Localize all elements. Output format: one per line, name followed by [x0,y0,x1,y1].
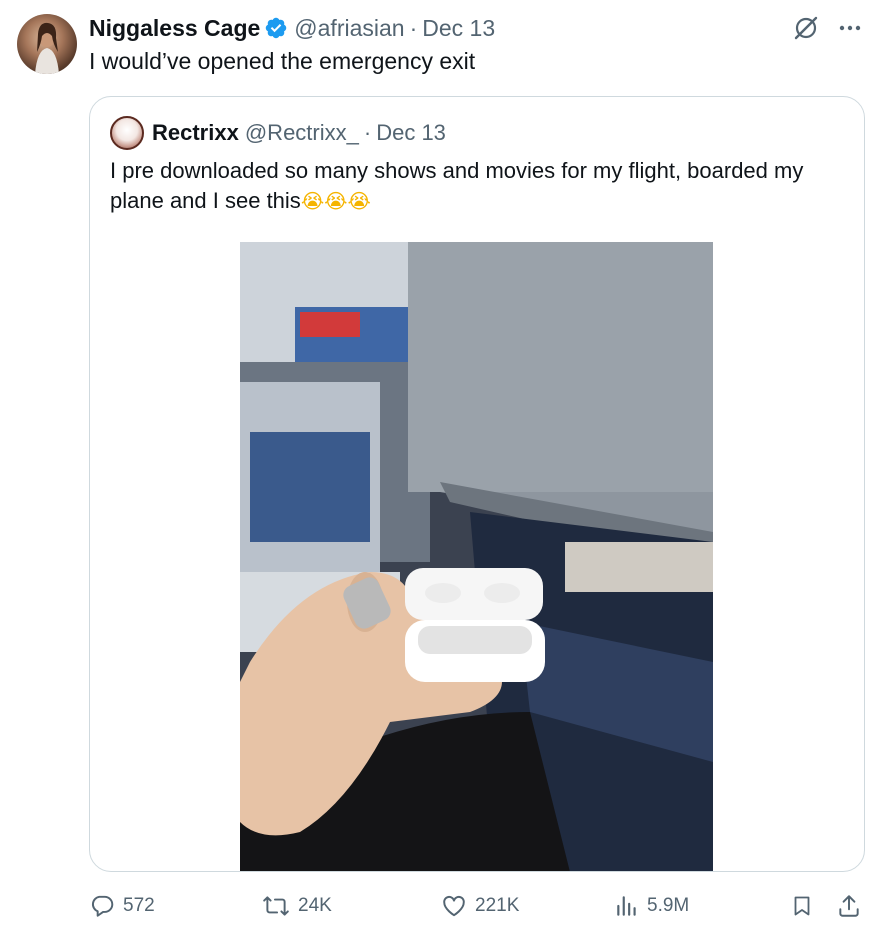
author-name[interactable]: Niggaless Cage [89,15,260,42]
repost-icon [262,893,290,919]
author-avatar[interactable] [17,14,77,74]
like-button[interactable]: 221K [441,888,519,924]
quoted-tweet-text: I pre downloaded so many shows and movie… [110,156,850,216]
like-count: 221K [475,895,520,916]
grok-icon[interactable] [792,14,820,42]
quoted-author-avatar[interactable] [110,116,144,150]
tweet-date[interactable]: Dec 13 [422,15,495,42]
tweet-top-icons [792,14,862,42]
share-button[interactable] [836,888,862,924]
tweet-header: Niggaless Cage @afriasian · Dec 13 [89,12,495,44]
views-icon [615,893,639,919]
author-handle[interactable]: @afriasian [294,15,404,42]
reply-button[interactable]: 572 [89,888,155,924]
more-icon[interactable] [838,16,862,40]
views-button[interactable]: 5.9M [615,888,689,924]
quoted-tweet-text-body: I pre downloaded so many shows and movie… [110,158,804,213]
bookmark-button[interactable] [790,888,814,924]
tweet: Niggaless Cage @afriasian · Dec 13 I wou [0,0,884,936]
tweet-actions: 572 24K 221K 5.9M [0,888,884,924]
views-count: 5.9M [647,895,690,916]
reply-icon [89,893,115,919]
repost-count: 24K [298,895,332,916]
quoted-tweet-photo[interactable] [240,242,713,871]
quoted-tweet[interactable]: Rectrixx @Rectrixx_ · Dec 13 I pre downl… [89,96,865,872]
tweet-text: I would’ve opened the emergency exit [89,48,476,74]
heart-icon [441,893,467,919]
crying-emoji-icon: 😭😭😭 [300,189,371,213]
quoted-author-name[interactable]: Rectrixx [152,120,239,146]
quoted-header-separator: · [363,120,372,145]
quoted-author-handle[interactable]: @Rectrixx_ [245,120,359,146]
verified-badge-icon [264,16,288,40]
repost-button[interactable]: 24K [262,888,332,924]
header-separator: · [409,14,418,41]
quoted-tweet-date[interactable]: Dec 13 [376,120,446,146]
reply-count: 572 [123,895,155,916]
share-icon [836,893,862,919]
quoted-tweet-header: Rectrixx @Rectrixx_ · Dec 13 [110,116,446,150]
bookmark-icon [790,893,814,919]
